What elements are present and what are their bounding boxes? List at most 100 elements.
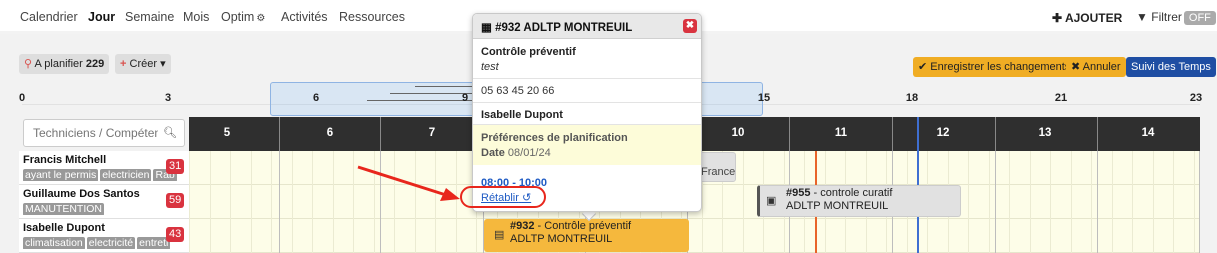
grid-line	[968, 151, 969, 253]
event-id: #932	[510, 220, 535, 232]
event-title: #955 - controle curatif	[786, 187, 892, 199]
cancel-label: Annuler	[1082, 61, 1121, 73]
hour-label: 12	[936, 127, 950, 139]
create-button[interactable]: + Créer ▾	[115, 54, 171, 74]
popup-type: Contrôle préventif	[481, 46, 576, 58]
annotation-arrow	[357, 165, 460, 201]
to-plan-button[interactable]: ⚲ A planifier 229	[19, 54, 110, 74]
hour-label: 6	[326, 127, 334, 139]
calendar-icon: ▦	[481, 22, 492, 34]
nav-activites[interactable]: Activités	[281, 10, 328, 24]
filter-label: Filtrer	[1151, 10, 1182, 24]
popup-phone[interactable]: 05 63 45 20 66	[481, 85, 554, 97]
resource-name: Guillaume Dos Santos	[23, 188, 140, 200]
search-icon: 🔍︎	[163, 127, 177, 139]
date-value: 08/01/24	[507, 147, 551, 159]
event-label: France	[701, 166, 736, 178]
event-block-932[interactable]: ▤ #932 - Contrôle préventif ADLTP MONTRE…	[484, 219, 689, 252]
grid-line	[333, 151, 334, 253]
resource-name: Isabelle Dupont	[23, 222, 105, 234]
event-block-955[interactable]: ▣ #955 - controle curatif ADLTP MONTREUI…	[757, 185, 961, 217]
hour-separator	[1097, 117, 1098, 151]
grid-line	[1050, 151, 1051, 253]
hour-label: 11	[834, 127, 848, 139]
task-count-badge: 31	[166, 159, 185, 174]
popup-technician: Isabelle Dupont	[481, 109, 563, 121]
close-icon[interactable]: ✖	[683, 19, 697, 33]
hour-separator	[279, 117, 280, 151]
grid-line	[1030, 151, 1031, 253]
save-label: Enregistrer les changements	[930, 61, 1071, 73]
nav-calendrier[interactable]: Calendrier	[20, 10, 78, 24]
skill-tag: electricien	[100, 169, 152, 181]
skill-tags: climatisation electricité entreti	[23, 235, 189, 249]
resource-row[interactable]: Francis Mitchell ayant le permis electric…	[19, 151, 189, 185]
create-label: Créer	[129, 58, 158, 70]
annotation-circle	[460, 186, 546, 208]
cancel-button[interactable]: ✖ Annuler	[1066, 57, 1126, 77]
range-handle-line	[367, 100, 475, 101]
task-count-badge: 59	[166, 193, 185, 208]
skill-tag: climatisation	[23, 237, 85, 249]
hour-label: 14	[1141, 127, 1155, 139]
save-changes-button[interactable]: ✔ Enregistrer les changements	[913, 57, 1076, 77]
ruler-label: 18	[905, 92, 919, 104]
calendar-icon: ▣	[766, 195, 777, 207]
hour-label: 10	[731, 127, 745, 139]
hour-separator	[995, 117, 996, 151]
grid-line	[251, 151, 252, 253]
ruler-label: 15	[757, 92, 771, 104]
preferences-title: Préférences de planification	[481, 132, 628, 144]
grid-line	[312, 151, 313, 253]
skill-tag: MANUTENTION	[23, 203, 104, 215]
grid-line	[1173, 151, 1174, 253]
grid-hour-line	[1199, 151, 1200, 253]
resource-row[interactable]: Isabelle Dupont climatisation electricité…	[19, 219, 189, 253]
nav-semaine[interactable]: Semaine	[125, 10, 174, 24]
to-plan-label: A planifier	[34, 58, 83, 70]
ruler-label: 23	[1189, 92, 1203, 104]
skill-tags: ayant le permis electricien Rab	[23, 167, 189, 181]
skill-tag: ayant le permis	[23, 169, 99, 181]
range-handle-line	[415, 86, 475, 87]
ruler-label: 0	[18, 92, 26, 104]
event-popup: ▦ #932 ADLTP MONTREUIL ✖ Contrôle préven…	[472, 13, 702, 212]
caret-down-icon: ▾	[160, 58, 166, 70]
grid-line	[189, 151, 190, 253]
planning-preferences: Préférences de planification Date 08/01/…	[473, 125, 701, 165]
nav-mois[interactable]: Mois	[183, 10, 209, 24]
check-icon: ✔	[918, 61, 928, 73]
nav-jour[interactable]: Jour	[88, 10, 115, 24]
annotation-arrow-shaft	[357, 165, 447, 197]
grid-row	[189, 219, 1200, 253]
event-client: ADLTP MONTREUIL	[786, 200, 889, 212]
technician-search-input[interactable]	[24, 120, 158, 146]
popup-title: ▦ #932 ADLTP MONTREUIL	[481, 20, 632, 34]
hour-label: 5	[223, 127, 231, 139]
gears-icon: ⚙	[256, 13, 266, 24]
to-plan-count: 229	[85, 58, 105, 70]
grid-line	[230, 151, 231, 253]
preferences-date: Date 08/01/24	[481, 147, 551, 159]
time-tracking-button[interactable]: Suivi des Temps	[1126, 57, 1216, 77]
hour-label: 7	[428, 127, 436, 139]
grid-line	[743, 151, 744, 253]
ruler-label: 3	[164, 92, 172, 104]
nav-ressources[interactable]: Ressources	[339, 10, 405, 24]
add-button-label: AJOUTER	[1064, 11, 1123, 25]
nav-optim-label: Optim	[221, 10, 255, 24]
event-client: ADLTP MONTREUIL	[510, 233, 613, 245]
grid-hour-line	[1097, 151, 1098, 253]
resource-name: Francis Mitchell	[23, 154, 107, 166]
popup-phone-section: 05 63 45 20 66	[473, 79, 701, 103]
hour-label: 13	[1038, 127, 1052, 139]
grid-line	[1194, 151, 1195, 253]
grid-line	[1112, 151, 1113, 253]
skill-tag: electricité	[86, 237, 136, 249]
grid-line	[989, 151, 990, 253]
filter-state-badge: OFF	[1183, 11, 1216, 25]
add-button[interactable]: ✚ AJOUTER	[1052, 11, 1122, 25]
filter-toggle[interactable]: ▼ Filtrer OFF	[1136, 10, 1216, 25]
nav-optim[interactable]: Optim ⚙	[221, 10, 265, 24]
resource-row[interactable]: Guillaume Dos Santos MANUTENTION 59	[19, 185, 189, 219]
